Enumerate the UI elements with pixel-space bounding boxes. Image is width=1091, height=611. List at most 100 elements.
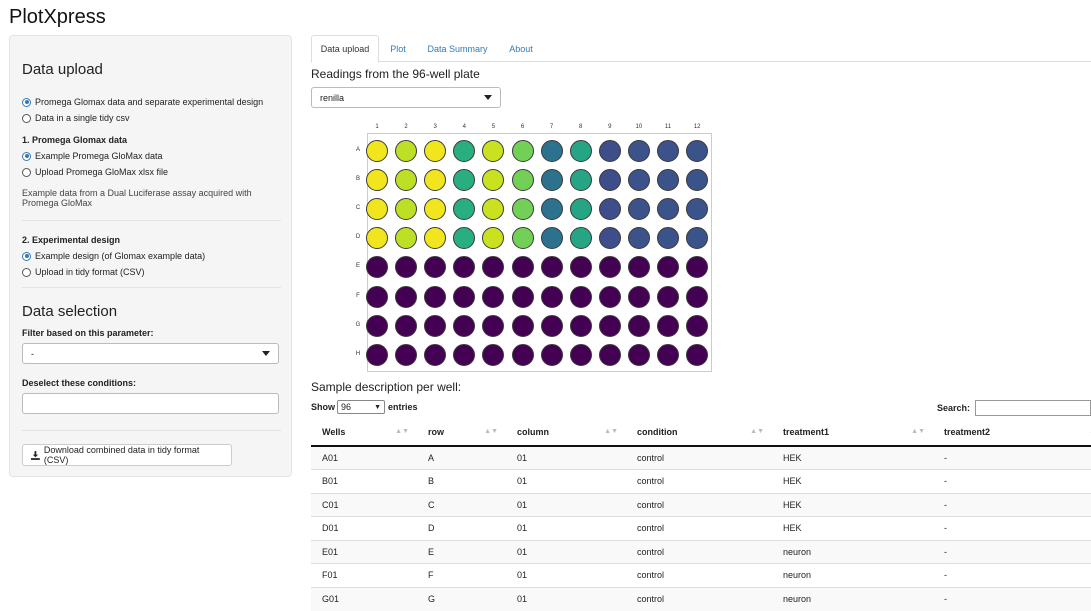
plate-well-F8 xyxy=(569,285,592,308)
sort-icon: ▲▼ xyxy=(750,428,764,435)
table-cell: - xyxy=(933,563,1091,587)
table-cell: F01 xyxy=(311,563,417,587)
table-cell: - xyxy=(933,469,1091,493)
plate-well-G8 xyxy=(569,314,592,337)
sample-table-heading: Sample description per well: xyxy=(311,380,462,394)
plate-column-label: 8 xyxy=(579,124,583,130)
table-cell: D xyxy=(417,516,506,540)
plate-well-B8 xyxy=(569,169,592,192)
radio-unselected-icon[interactable] xyxy=(22,267,31,277)
column-header-condition[interactable]: condition ▲▼ xyxy=(626,419,772,447)
plate-well-F5 xyxy=(482,285,505,308)
radio-example-glomax[interactable]: Example Promega GloMax data xyxy=(22,151,163,161)
table-cell: control xyxy=(626,586,772,611)
column-header-row[interactable]: row ▲▼ xyxy=(417,419,506,447)
plate-row-label: C xyxy=(355,205,361,212)
radio-single-tidy-csv[interactable]: Data in a single tidy csv xyxy=(22,113,130,123)
glomax-heading: 1. Promega Glomax data xyxy=(22,135,128,145)
column-header-wells[interactable]: Wells ▲▼ xyxy=(311,419,417,447)
table-row[interactable]: G01 G 01 control neuron - xyxy=(311,586,1091,611)
sample-table-body: A01 A 01 control HEK - B01 B 01 control HEK - C01 C 01… xyxy=(311,445,1091,611)
filter-select[interactable]: - xyxy=(22,343,279,364)
table-cell: 01 xyxy=(506,469,626,493)
radio-upload-glomax[interactable]: Upload Promega GloMax xlsx file xyxy=(22,167,168,177)
radio-example-design[interactable]: Example design (of Glomax example data) xyxy=(22,251,205,261)
app-title: PlotXpress xyxy=(9,6,106,28)
table-cell: - xyxy=(933,539,1091,564)
data-selection-heading: Data selection xyxy=(22,303,118,320)
divider xyxy=(22,220,281,221)
plate-well-B7 xyxy=(540,169,563,192)
table-cell: neuron xyxy=(772,586,933,611)
table-cell: neuron xyxy=(772,539,933,564)
tab-data-summary[interactable]: Data Summary xyxy=(417,35,498,62)
radio-unselected-icon[interactable] xyxy=(22,167,31,177)
data-upload-heading: Data upload xyxy=(22,61,103,78)
column-header-column[interactable]: column ▲▼ xyxy=(506,419,626,447)
tab-about[interactable]: About xyxy=(498,35,544,62)
table-cell: 01 xyxy=(506,586,626,611)
deselect-conditions-input[interactable] xyxy=(22,393,279,414)
table-cell: HEK xyxy=(772,516,933,540)
plate-well-H9 xyxy=(598,343,621,366)
radio-glomax-separate[interactable]: Promega Glomax data and separate experim… xyxy=(22,97,263,107)
plate-well-A9 xyxy=(598,140,621,162)
search-input[interactable] xyxy=(975,400,1091,416)
download-csv-button[interactable]: Download combined data in tidy format (C… xyxy=(22,444,232,466)
plate-well-G6 xyxy=(511,314,534,337)
chevron-down-icon xyxy=(484,95,492,100)
table-cell: 01 xyxy=(506,539,626,564)
table-row[interactable]: F01 F 01 control neuron - xyxy=(311,563,1091,587)
plate-well-A2 xyxy=(395,140,418,162)
entries-select[interactable]: 96 ▼ xyxy=(337,400,385,414)
download-icon xyxy=(31,450,40,460)
plate-heading: Readings from the 96-well plate xyxy=(311,67,480,81)
design-heading: 2. Experimental design xyxy=(22,235,121,245)
plate-well-H7 xyxy=(540,343,563,366)
plate-frame xyxy=(367,133,712,372)
plate-well-H8 xyxy=(569,343,592,366)
plate-well-C9 xyxy=(598,198,621,221)
plate-well-A8 xyxy=(569,140,592,162)
radio-label: Data in a single tidy csv xyxy=(35,113,130,123)
plate-column-label: 11 xyxy=(664,124,672,130)
plate-well-A6 xyxy=(511,140,534,162)
plate-well-H12 xyxy=(686,343,709,366)
plate-well-A1 xyxy=(366,140,388,162)
table-cell: - xyxy=(933,586,1091,611)
table-row[interactable]: D01 D 01 control HEK - xyxy=(311,516,1091,540)
plate-column-label: 1 xyxy=(375,124,379,130)
radio-selected-icon[interactable] xyxy=(22,151,31,161)
plate-well-G10 xyxy=(627,314,650,337)
table-row[interactable]: A01 A 01 control HEK - xyxy=(311,445,1091,470)
table-row[interactable]: B01 B 01 control HEK - xyxy=(311,469,1091,493)
sort-icon: ▲▼ xyxy=(395,428,409,435)
plate-well-B10 xyxy=(627,169,650,192)
reading-select[interactable]: renilla xyxy=(311,87,501,108)
column-header-treatment2[interactable]: treatment2▲▼ xyxy=(933,419,1091,447)
table-row[interactable]: C01 C 01 control HEK - xyxy=(311,492,1091,517)
plate-well-A7 xyxy=(540,140,563,162)
plate-column-label: 4 xyxy=(462,124,466,130)
radio-selected-icon[interactable] xyxy=(22,97,31,107)
table-cell: A01 xyxy=(311,445,417,470)
plate-column-label: 3 xyxy=(433,124,437,130)
plate-well-F2 xyxy=(395,285,418,308)
plate-well-H11 xyxy=(657,343,679,366)
tab-plot[interactable]: Plot xyxy=(379,35,417,62)
plate-column-label: 6 xyxy=(520,124,525,130)
table-row[interactable]: E01 E 01 control neuron - xyxy=(311,539,1091,564)
entries-label: entries xyxy=(388,402,418,412)
table-cell: control xyxy=(626,469,772,493)
tab-data-upload[interactable]: Data upload xyxy=(311,35,379,63)
plate-well-G9 xyxy=(598,314,621,337)
plate-row-label: F xyxy=(356,292,360,299)
radio-upload-tidy-design[interactable]: Upload in tidy format (CSV) xyxy=(22,267,145,277)
column-header-treatment1[interactable]: treatment1 ▲▼ xyxy=(772,419,933,447)
radio-selected-icon[interactable] xyxy=(22,251,31,261)
plate-column-label: 12 xyxy=(693,124,701,130)
radio-unselected-icon[interactable] xyxy=(22,113,31,123)
table-cell: - xyxy=(933,492,1091,517)
table-cell: C xyxy=(417,492,506,517)
sidebar-panel: Data upload Promega Glomax data and sepa… xyxy=(9,35,292,477)
